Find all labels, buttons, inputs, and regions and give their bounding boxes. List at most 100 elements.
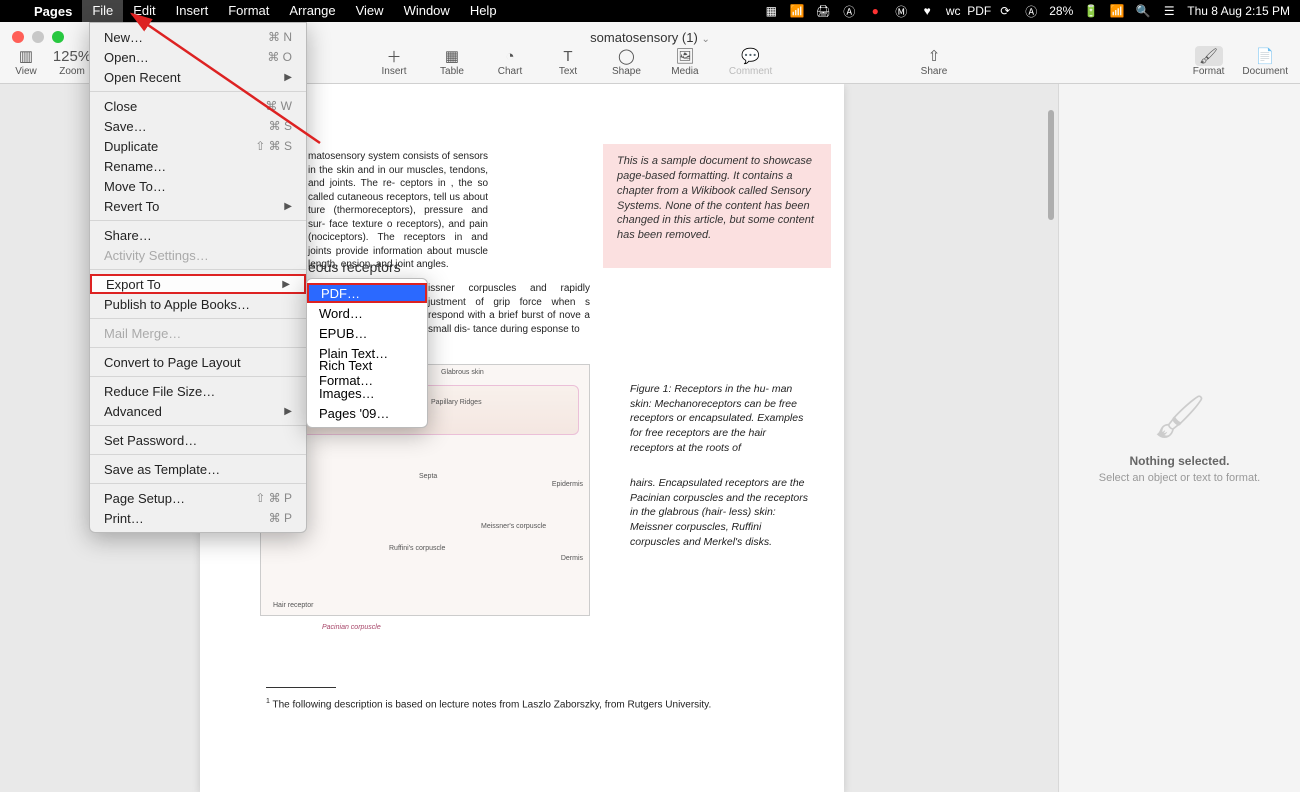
insert-button[interactable]: ＋Insert <box>380 46 408 77</box>
menubar: Pages File Edit Insert Format Arrange Vi… <box>0 0 1300 22</box>
status-icon[interactable]: Ⓐ <box>841 3 857 19</box>
chevron-right-icon: ▶ <box>284 72 292 83</box>
body-text[interactable]: issner corpuscles and rapidly justment o… <box>428 282 590 336</box>
menu-arrange[interactable]: Arrange <box>279 0 345 22</box>
fig-label: Glabrous skin <box>441 369 484 376</box>
menu-item-move-to[interactable]: Move To… <box>90 176 306 196</box>
clock[interactable]: Thu 8 Aug 2:15 PM <box>1187 4 1290 18</box>
menu-item-advanced[interactable]: Advanced▶ <box>90 401 306 421</box>
menu-file[interactable]: File <box>82 0 123 22</box>
document-icon: 📄 <box>1251 46 1279 66</box>
zoom-value: 125% <box>58 46 86 66</box>
brush-icon: 🖌 <box>1153 393 1206 442</box>
footnote-rule <box>266 687 336 688</box>
zoom-button[interactable]: 125%Zoom <box>58 46 86 77</box>
menu-item-rename[interactable]: Rename… <box>90 156 306 176</box>
shape-button[interactable]: ◯Shape <box>612 46 641 77</box>
heart-icon[interactable]: ♥ <box>919 3 935 19</box>
menu-item-close[interactable]: Close⌘ W <box>90 96 306 116</box>
chevron-right-icon: ▶ <box>284 201 292 212</box>
menu-item-revert-to[interactable]: Revert To▶ <box>90 196 306 216</box>
media-button[interactable]: 🖼Media <box>671 46 699 77</box>
chart-icon: ◔ <box>496 46 524 66</box>
export-rich-text-format[interactable]: Rich Text Format… <box>307 363 427 383</box>
figure-caption[interactable]: hairs. Encapsulated receptors are the Pa… <box>630 476 810 549</box>
comment-icon: 💬 <box>737 46 765 66</box>
shape-icon: ◯ <box>612 46 640 66</box>
export-pdf[interactable]: PDF… <box>307 283 427 303</box>
fig-label: Hair receptor <box>273 602 313 609</box>
battery-icon[interactable]: 🔋 <box>1083 3 1099 19</box>
menu-item-set-password[interactable]: Set Password… <box>90 430 306 450</box>
menu-item-share[interactable]: Share… <box>90 225 306 245</box>
menu-view[interactable]: View <box>346 0 394 22</box>
fig-label: Epidermis <box>552 481 583 488</box>
menu-item-save[interactable]: Save…⌘ S <box>90 116 306 136</box>
wifi-icon[interactable]: 📶 <box>1109 3 1125 19</box>
sync-icon[interactable]: ⟳ <box>997 3 1013 19</box>
fig-label: Meissner's corpuscle <box>481 523 546 530</box>
wc-icon[interactable]: wc <box>945 3 961 19</box>
menu-item-open[interactable]: Open…⌘ O <box>90 47 306 67</box>
export-pages-09[interactable]: Pages '09… <box>307 403 427 423</box>
status-area: ▦ 📶 🖨 Ⓐ ● Ⓜ ♥ wc PDF ⟳ Ⓐ 28% 🔋 📶 🔍 ☰ Thu… <box>763 3 1300 19</box>
app-menu[interactable]: Pages <box>24 4 82 19</box>
callout-box[interactable]: This is a sample document to showcase pa… <box>603 144 831 268</box>
table-icon: ▦ <box>438 46 466 66</box>
view-button[interactable]: ▥View <box>12 46 40 77</box>
document-inspector-button[interactable]: 📄Document <box>1242 46 1288 77</box>
menu-item-publish-to-apple-books[interactable]: Publish to Apple Books… <box>90 294 306 314</box>
keyboard-icon[interactable]: Ⓐ <box>1023 3 1039 19</box>
menu-item-save-as-template[interactable]: Save as Template… <box>90 459 306 479</box>
footnote[interactable]: 1 The following description is based on … <box>266 698 711 710</box>
menu-item-convert-to-page-layout[interactable]: Convert to Page Layout <box>90 352 306 372</box>
menu-item-print[interactable]: Print…⌘ P <box>90 508 306 528</box>
menu-item-open-recent[interactable]: Open Recent▶ <box>90 67 306 87</box>
fig-label: Ruffini's corpuscle <box>389 545 445 552</box>
chevron-right-icon: ▶ <box>284 406 292 417</box>
status-icon[interactable]: ▦ <box>763 3 779 19</box>
battery-text: 28% <box>1049 4 1073 18</box>
sidebar-icon: ▥ <box>12 46 40 66</box>
pdf-icon[interactable]: PDF <box>971 3 987 19</box>
table-button[interactable]: ▦Table <box>438 46 466 77</box>
format-inspector: 🖌 Nothing selected. Select an object or … <box>1058 84 1300 792</box>
format-inspector-button[interactable]: 🖌Format <box>1193 46 1225 77</box>
chart-button[interactable]: ◔Chart <box>496 46 524 77</box>
text-icon: T <box>554 46 582 66</box>
scrollbar[interactable] <box>1048 110 1054 220</box>
heading[interactable]: eous receptors <box>308 259 401 275</box>
menu-help[interactable]: Help <box>460 0 507 22</box>
inspector-subtitle: Select an object or text to format. <box>1099 472 1260 484</box>
record-icon[interactable]: ● <box>867 3 883 19</box>
menu-format[interactable]: Format <box>218 0 279 22</box>
menu-item-new[interactable]: New…⌘ N <box>90 27 306 47</box>
menu-insert[interactable]: Insert <box>166 0 219 22</box>
menu-window[interactable]: Window <box>394 0 460 22</box>
figure-caption[interactable]: Figure 1: Receptors in the hu- man skin:… <box>630 382 810 455</box>
menu-item-page-setup[interactable]: Page Setup…⇧ ⌘ P <box>90 488 306 508</box>
brush-icon: 🖌 <box>1195 46 1223 66</box>
body-text[interactable]: matosensory system consists of sensors i… <box>308 150 488 272</box>
search-icon[interactable]: 🔍 <box>1135 3 1151 19</box>
share-button[interactable]: ⇧Share <box>920 46 948 77</box>
status-icon[interactable]: Ⓜ <box>893 3 909 19</box>
status-icon[interactable]: 📶 <box>789 3 805 19</box>
inspector-title: Nothing selected. <box>1129 454 1229 468</box>
text-button[interactable]: TText <box>554 46 582 77</box>
control-center-icon[interactable]: ☰ <box>1161 3 1177 19</box>
menu-item-activity-settings: Activity Settings… <box>90 245 306 265</box>
export-word[interactable]: Word… <box>307 303 427 323</box>
menu-item-duplicate[interactable]: Duplicate⇧ ⌘ S <box>90 136 306 156</box>
menu-item-reduce-file-size[interactable]: Reduce File Size… <box>90 381 306 401</box>
chevron-right-icon: ▶ <box>282 279 290 290</box>
menu-item-export-to[interactable]: Export To▶ <box>90 274 306 294</box>
chevron-down-icon: ⌄ <box>701 34 709 45</box>
menu-edit[interactable]: Edit <box>123 0 165 22</box>
plus-icon: ＋ <box>380 46 408 66</box>
export-epub[interactable]: EPUB… <box>307 323 427 343</box>
menu-item-mail-merge: Mail Merge… <box>90 323 306 343</box>
printer-icon[interactable]: 🖨 <box>815 3 831 19</box>
fig-label: Septa <box>419 473 437 480</box>
fig-label: Dermis <box>561 555 583 562</box>
